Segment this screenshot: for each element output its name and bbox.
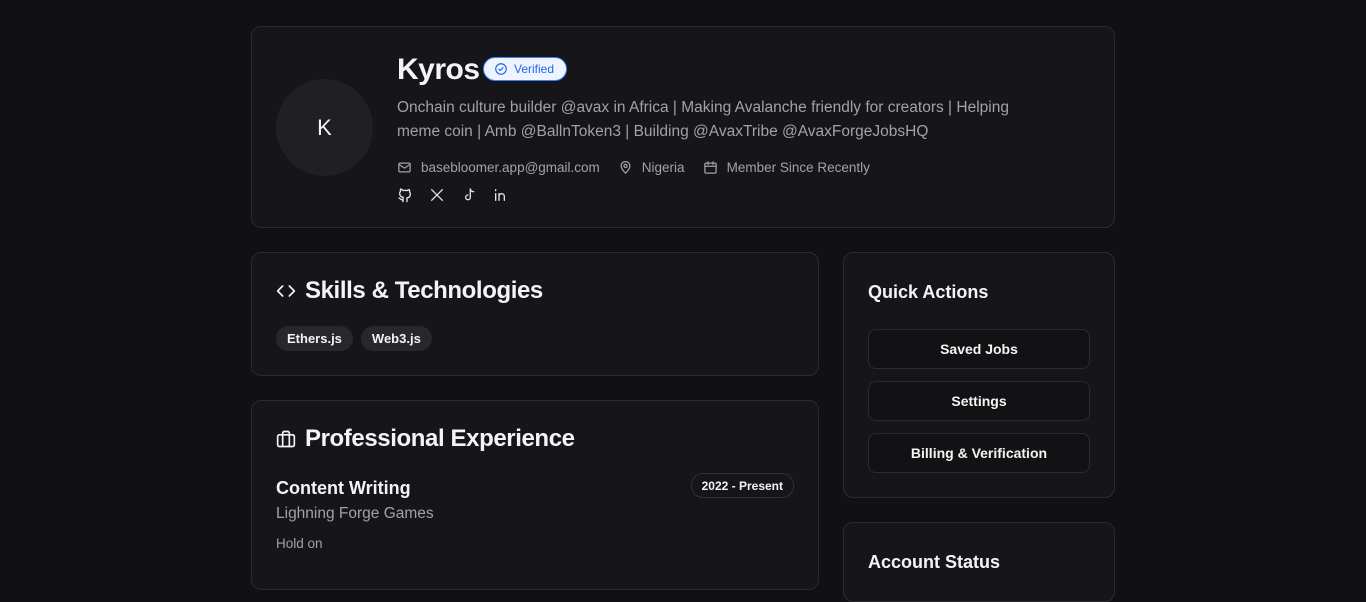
email-item: basebloomer.app@gmail.com — [397, 160, 600, 175]
experience-card: Professional Experience Content Writing … — [251, 400, 819, 590]
github-icon[interactable] — [397, 187, 413, 203]
job-title: Content Writing — [276, 478, 411, 498]
avatar: K — [276, 79, 373, 176]
code-icon — [276, 285, 296, 297]
email-text: basebloomer.app@gmail.com — [421, 160, 600, 175]
location-item: Nigeria — [618, 160, 685, 175]
job-description: Hold on — [276, 536, 323, 551]
member-since-text: Member Since Recently — [726, 160, 870, 175]
skill-tag: Web3.js — [360, 326, 432, 351]
calendar-icon — [703, 161, 717, 174]
saved-jobs-button[interactable]: Saved Jobs — [868, 329, 1090, 369]
skill-tags: Ethers.js Web3.js — [276, 326, 432, 351]
account-status-card: Account Status — [843, 522, 1115, 602]
quick-actions-title: Quick Actions — [868, 282, 989, 302]
quick-actions-card: Quick Actions Saved Jobs Settings Billin… — [843, 252, 1115, 498]
map-pin-icon — [620, 160, 631, 174]
job-period-badge: 2022 - Present — [690, 473, 794, 498]
tiktok-icon[interactable] — [461, 187, 477, 203]
job-company: Lighning Forge Games — [276, 505, 434, 522]
experience-heading: Professional Experience — [276, 425, 575, 453]
x-icon[interactable] — [429, 187, 445, 203]
profile-card: K Kyros Verified Onchain culture builder… — [251, 26, 1115, 228]
verified-label: Verified — [514, 62, 555, 76]
billing-verification-button[interactable]: Billing & Verification — [868, 433, 1090, 473]
profile-bio: Onchain culture builder @avax in Africa … — [397, 99, 1009, 140]
skills-card: Skills & Technologies Ethers.js Web3.js — [251, 252, 819, 376]
member-since-item: Member Since Recently — [703, 160, 870, 175]
check-circle-icon — [495, 63, 507, 75]
verified-badge: Verified — [483, 57, 568, 81]
experience-title: Professional Experience — [305, 425, 575, 452]
briefcase-icon — [276, 430, 296, 448]
settings-button[interactable]: Settings — [868, 381, 1090, 421]
skill-tag: Ethers.js — [276, 326, 353, 351]
profile-name: Kyros — [397, 53, 480, 86]
location-text: Nigeria — [641, 160, 685, 175]
skills-title: Skills & Technologies — [305, 277, 543, 304]
social-links — [397, 187, 509, 203]
account-status-title: Account Status — [868, 552, 1001, 572]
mail-icon — [398, 162, 411, 173]
skills-heading: Skills & Technologies — [276, 277, 543, 305]
profile-meta: basebloomer.app@gmail.com Nigeria Member… — [397, 160, 888, 175]
linkedin-icon[interactable] — [493, 187, 509, 203]
